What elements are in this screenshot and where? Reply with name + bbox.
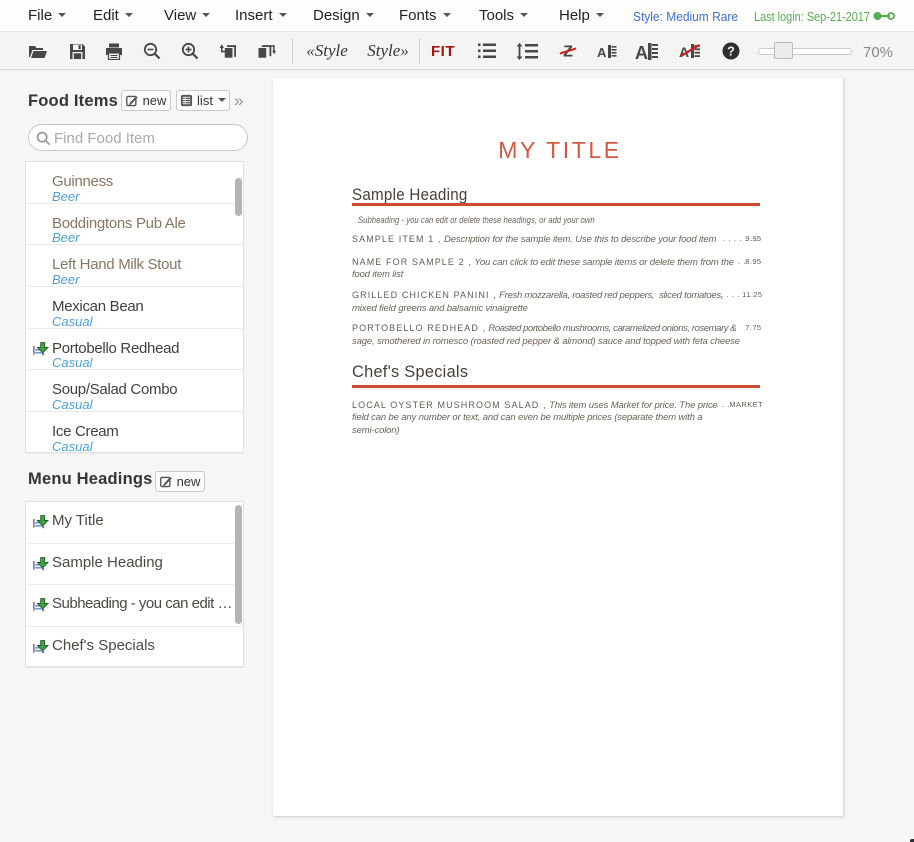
svg-text:A: A [597, 45, 607, 58]
svg-text:?: ? [727, 45, 735, 59]
svg-text:A: A [635, 43, 648, 60]
